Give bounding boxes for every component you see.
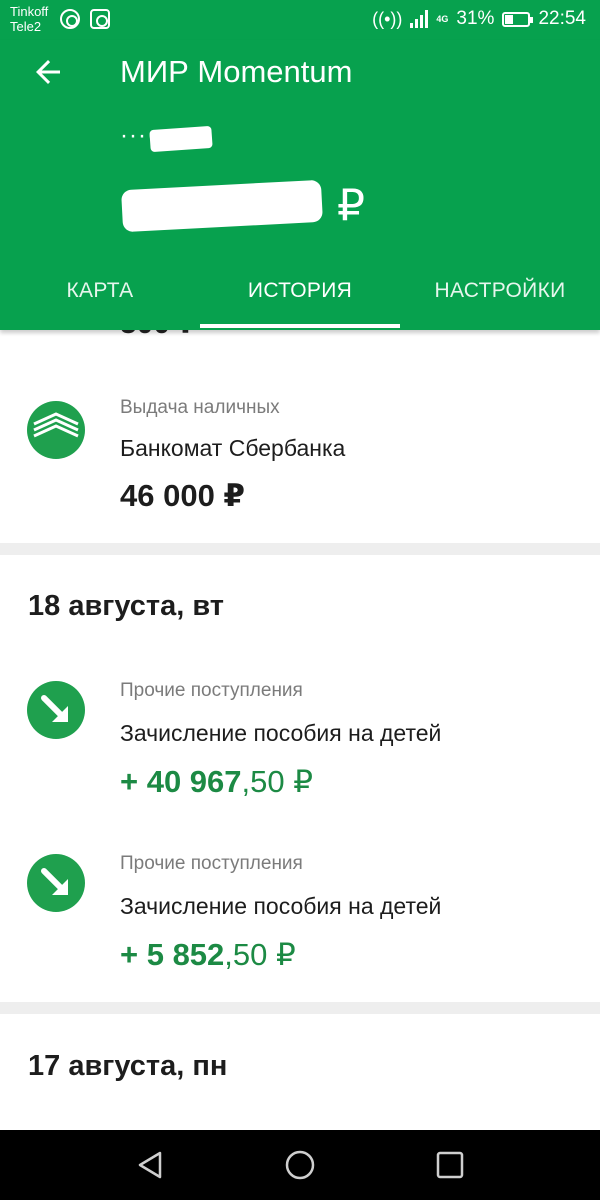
amount-cents: ,50 ₽ xyxy=(224,937,296,972)
tab-settings[interactable]: НАСТРОЙКИ xyxy=(400,268,600,330)
section-divider xyxy=(0,1002,600,1014)
nfc-icon: ((•)) xyxy=(372,8,403,29)
square-recents-icon[interactable] xyxy=(432,1147,468,1183)
active-tab-indicator xyxy=(200,324,400,328)
transaction-name: Зачисление пособия на детей xyxy=(120,893,442,919)
transaction-amount: + 40 967,50 ₽ xyxy=(120,764,313,800)
triangle-back-icon[interactable] xyxy=(132,1147,168,1183)
amount-cents: ,50 ₽ xyxy=(241,764,313,799)
carrier-names: Tinkoff Tele2 xyxy=(10,4,48,34)
transaction-cash-withdrawal[interactable]: Выдача наличных Банкомат Сбербанка 46 00… xyxy=(0,370,600,513)
transaction-name: Зачисление пособия на детей xyxy=(120,720,442,746)
system-navigation-bar xyxy=(0,1130,600,1200)
day-header: 17 августа, пн xyxy=(28,1050,228,1082)
signal-icon xyxy=(410,10,429,28)
sberbank-logo-icon xyxy=(27,401,85,459)
page-title: МИР Momentum xyxy=(120,54,353,89)
transaction-category: Выдача наличных xyxy=(120,397,280,418)
transaction-amount: + 5 852,50 ₽ xyxy=(120,937,296,973)
transaction-category: Прочие поступления xyxy=(120,853,303,874)
balance-currency: ₽ xyxy=(337,181,365,230)
history-list[interactable]: 500 ₽ Выдача наличных Банкомат Сбербанка… xyxy=(0,330,600,1130)
status-bar: Tinkoff Tele2 ((•)) 4G 31% 22:54 xyxy=(0,0,600,40)
card-number-redaction xyxy=(149,125,213,153)
status-right: ((•)) 4G 31% 22:54 xyxy=(372,8,586,30)
tab-card[interactable]: КАРТА xyxy=(0,268,200,330)
transaction-name: Банкомат Сбербанка xyxy=(120,435,346,461)
balance-redaction xyxy=(121,179,323,233)
clock: 22:54 xyxy=(538,8,586,29)
arrow-down-right-icon xyxy=(27,681,85,739)
arrow-down-right-icon xyxy=(27,854,85,912)
arrow-left-icon[interactable] xyxy=(30,54,66,90)
carrier-1: Tinkoff xyxy=(10,4,49,19)
battery-icon xyxy=(502,11,534,27)
amount-main: + 40 967 xyxy=(120,764,242,799)
transaction-income[interactable]: Прочие поступления Зачисление пособия на… xyxy=(0,833,600,973)
tab-bar: КАРТА ИСТОРИЯ НАСТРОЙКИ xyxy=(0,268,600,330)
app-notification-icon xyxy=(90,9,110,29)
carrier-2: Tele2 xyxy=(10,19,42,34)
amount-main: + 5 852 xyxy=(120,937,225,972)
transaction-amount: 46 000 ₽ xyxy=(120,478,245,513)
tab-history[interactable]: ИСТОРИЯ xyxy=(200,268,400,330)
circle-home-icon[interactable] xyxy=(282,1147,318,1183)
notification-icons xyxy=(60,9,110,29)
day-header: 18 августа, вт xyxy=(28,590,224,622)
tinkoff-notification-icon xyxy=(60,9,80,29)
section-divider xyxy=(0,543,600,555)
previous-transaction-amount: 500 ₽ xyxy=(120,330,199,341)
app-header: МИР Momentum ···· ₽ КАРТА ИСТОРИЯ НАСТРО… xyxy=(0,40,600,330)
transaction-income[interactable]: Прочие поступления Зачисление пособия на… xyxy=(0,660,600,800)
network-type: 4G xyxy=(436,13,449,24)
transaction-category: Прочие поступления xyxy=(120,680,303,701)
battery-percent: 31% xyxy=(456,8,495,29)
